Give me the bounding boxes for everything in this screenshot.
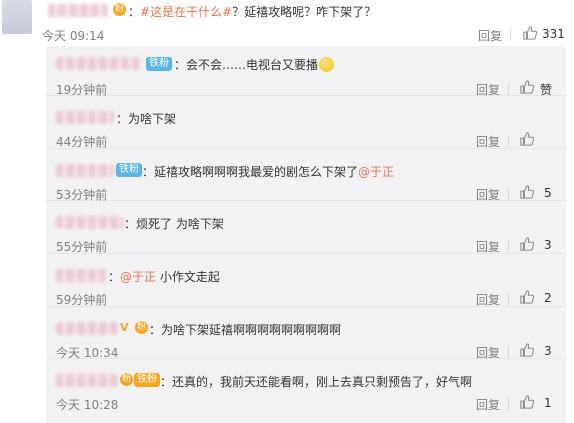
thumbs-up-icon[interactable] [520, 80, 534, 94]
reply-time: 今天 10:28 [56, 398, 119, 412]
reply-button[interactable]: 回复 [476, 291, 500, 308]
thumbs-up-icon[interactable] [520, 185, 534, 199]
reply-list: 铁粉 ：会不会……电视台又要播 19分钟前 回复 赞 ：为啥下架 44分钟前 回… [46, 46, 566, 423]
avatar[interactable] [2, 0, 32, 34]
divider [508, 83, 509, 95]
divider [508, 398, 509, 410]
like-count: 3 [544, 344, 552, 358]
reply-item: ：烦死了 为啥下架 55分钟前 回复 3 [46, 201, 566, 254]
reply-text: ：@于正 小作文走起 [108, 270, 220, 284]
divider [508, 188, 509, 200]
thumbs-up-icon[interactable] [520, 343, 534, 357]
fan-badge-icon: 粉 [113, 3, 126, 16]
thumbs-up-icon[interactable] [520, 290, 534, 304]
reply-button[interactable]: 回复 [476, 133, 500, 150]
reply-time: 44分钟前 [56, 135, 108, 149]
thumbs-up-icon[interactable] [520, 132, 534, 146]
thumbs-up-icon[interactable] [520, 237, 534, 251]
reply-button[interactable]: 回复 [478, 27, 502, 44]
like-count: 1 [544, 396, 552, 410]
mention-link[interactable]: @于正 [358, 165, 394, 179]
fan-badge: 铁粉 [134, 373, 160, 387]
reply-time: 59分钟前 [56, 293, 108, 307]
like-count: 331 [542, 27, 565, 41]
username-blurred[interactable] [56, 374, 118, 387]
reply-item: 粉 铁粉 ：还真的，我前天还能看啊，刚上去真只剩预告了，好气啊 今天 10:28… [46, 359, 566, 423]
like-count: 5 [544, 186, 552, 200]
reply-item: V 粉 ：为啥下架延禧啊啊啊啊啊啊啊啊啊 今天 10:34 回复 3 [46, 307, 566, 360]
username-blurred[interactable] [56, 269, 106, 282]
username-blurred[interactable] [56, 57, 141, 70]
comment-text: ：#这是在干什么#？延禧攻略呢？咋下架了？ [128, 5, 377, 19]
reply-item: ：为啥下架 44分钟前 回复 [46, 96, 566, 149]
divider [508, 240, 509, 252]
username-blurred[interactable] [56, 164, 114, 177]
main-comment: 粉 ：#这是在干什么#？延禧攻略呢？咋下架了？ 今天 09:14 回复 331 [0, 0, 574, 45]
username-blurred[interactable] [56, 111, 114, 124]
reply-button[interactable]: 回复 [476, 238, 500, 255]
divider [508, 346, 509, 358]
reply-text: ：还真的，我前天还能看啊，刚上去真只剩预告了，好气啊 [160, 375, 473, 389]
like-count: 3 [544, 238, 552, 252]
mention-link[interactable]: @于正 [120, 270, 156, 284]
divider [510, 29, 511, 41]
divider [508, 293, 509, 305]
reply-text: ：会不会……电视台又要播 [174, 56, 335, 73]
reply-item: ：@于正 小作文走起 59分钟前 回复 2 [46, 254, 566, 307]
username-blurred[interactable] [56, 322, 118, 335]
fan-badge-icon: 粉 [120, 373, 133, 386]
fan-badge: 铁粉 [146, 57, 172, 71]
vip-icon: V [120, 321, 129, 334]
reply-item: 铁粉 ：延禧攻略啊啊啊我最爱的剧怎么下架了@于正 53分钟前 回复 5 [46, 149, 566, 202]
fan-badge-icon: 粉 [135, 321, 148, 334]
reply-text: ：为啥下架 [116, 112, 177, 126]
reply-item: 铁粉 ：会不会……电视台又要播 19分钟前 回复 赞 [46, 46, 566, 97]
thumbs-up-icon[interactable] [523, 26, 537, 40]
username-blurred[interactable] [48, 4, 108, 17]
reply-text: ：为啥下架延禧啊啊啊啊啊啊啊啊啊 [149, 323, 342, 337]
like-count: 2 [544, 291, 552, 305]
reply-time: 55分钟前 [56, 240, 108, 254]
emoji-smile-icon [319, 57, 335, 72]
thumbs-up-icon[interactable] [520, 395, 534, 409]
comment-time: 今天 09:14 [42, 29, 105, 43]
hashtag-link[interactable]: #这是在干什么# [140, 5, 232, 19]
reply-button[interactable]: 回复 [476, 396, 500, 413]
username-blurred[interactable] [56, 216, 124, 229]
reply-text: ：烦死了 为啥下架 [124, 217, 224, 231]
reply-text: ：延禧攻略啊啊啊我最爱的剧怎么下架了@于正 [142, 165, 395, 179]
fan-badge: 铁粉 [116, 163, 142, 177]
divider [508, 135, 509, 147]
